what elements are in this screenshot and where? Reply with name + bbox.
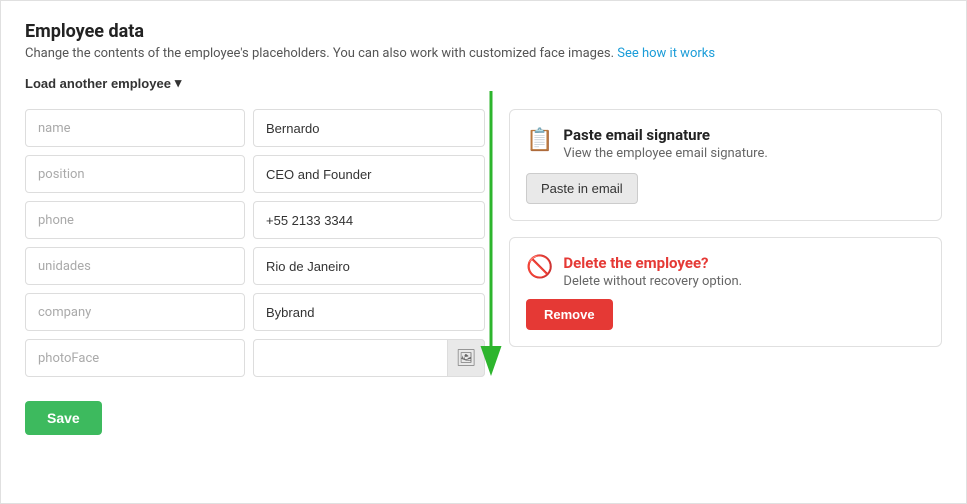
clipboard-icon: 📋 xyxy=(526,128,553,153)
paste-email-card: 📋 Paste email signature View the employe… xyxy=(509,109,942,221)
form-row-unidades: unidades xyxy=(25,247,485,285)
form-row-name: name xyxy=(25,109,485,147)
page-title: Employee data xyxy=(25,21,942,42)
delete-employee-card: 🚫 Delete the employee? Delete without re… xyxy=(509,237,942,347)
save-button[interactable]: Save xyxy=(25,401,102,435)
form-row-phone: phone xyxy=(25,201,485,239)
input-name[interactable] xyxy=(253,109,485,147)
page-container: Employee data Change the contents of the… xyxy=(0,0,967,504)
paste-email-button[interactable]: Paste in email xyxy=(526,173,638,204)
paste-card-header: 📋 Paste email signature View the employe… xyxy=(526,126,925,161)
form-row-photoface: photoFace 🖼 xyxy=(25,339,485,377)
see-how-link[interactable]: See how it works xyxy=(617,46,715,61)
photo-upload-button[interactable]: 🖼 xyxy=(447,339,485,377)
side-section: 📋 Paste email signature View the employe… xyxy=(509,109,942,435)
photo-input-wrap: 🖼 xyxy=(253,339,485,377)
label-company: company xyxy=(25,293,245,331)
page-subtitle: Change the contents of the employee's pl… xyxy=(25,46,942,61)
paste-card-text: Paste email signature View the employee … xyxy=(563,126,767,161)
input-phone[interactable] xyxy=(253,201,485,239)
input-position[interactable] xyxy=(253,155,485,193)
image-icon: 🖼 xyxy=(456,348,476,368)
label-unidades: unidades xyxy=(25,247,245,285)
content-area: name position phone unidades company xyxy=(25,109,942,435)
form-row-position: position xyxy=(25,155,485,193)
label-name: name xyxy=(25,109,245,147)
form-row-company: company xyxy=(25,293,485,331)
paste-card-subtitle: View the employee email signature. xyxy=(563,146,767,161)
remove-employee-button[interactable]: Remove xyxy=(526,299,613,330)
delete-card-subtitle: Delete without recovery option. xyxy=(563,274,742,289)
delete-card-text: Delete the employee? Delete without reco… xyxy=(563,254,742,289)
label-phone: phone xyxy=(25,201,245,239)
input-unidades[interactable] xyxy=(253,247,485,285)
load-employee-button[interactable]: Load another employee ▾ xyxy=(25,75,181,91)
no-entry-icon: 🚫 xyxy=(526,255,553,280)
chevron-down-icon: ▾ xyxy=(175,75,182,91)
delete-card-header: 🚫 Delete the employee? Delete without re… xyxy=(526,254,925,289)
delete-card-title: Delete the employee? xyxy=(563,254,742,272)
label-photoface: photoFace xyxy=(25,339,245,377)
label-position: position xyxy=(25,155,245,193)
input-company[interactable] xyxy=(253,293,485,331)
paste-card-title: Paste email signature xyxy=(563,126,767,144)
form-section: name position phone unidades company xyxy=(25,109,485,435)
